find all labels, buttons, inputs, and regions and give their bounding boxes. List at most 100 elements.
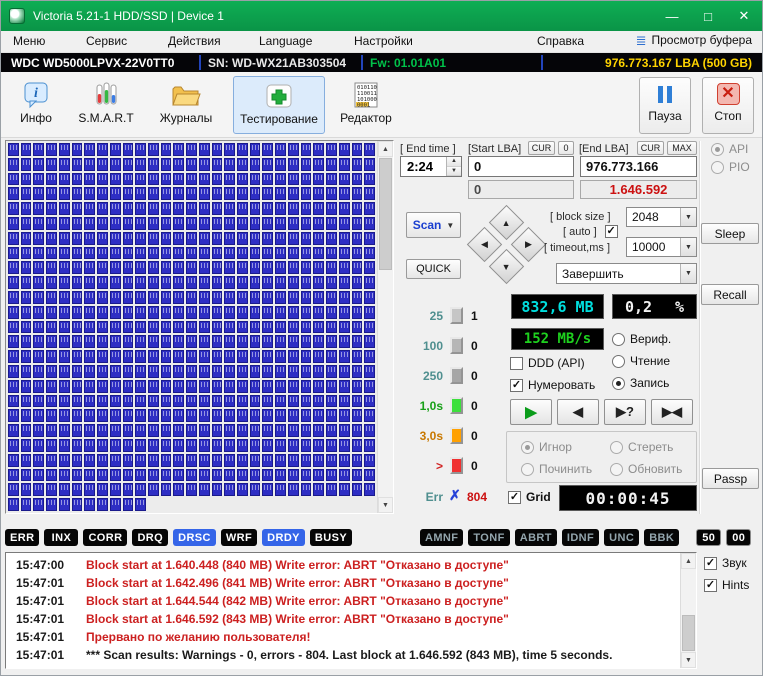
current-end-lba: 1.646.592 <box>580 180 697 199</box>
end-lba-input[interactable]: 976.773.166 <box>580 156 697 177</box>
minimize-button[interactable]: — <box>654 1 690 31</box>
sleep-button[interactable]: Sleep <box>701 223 759 244</box>
spin-up-arrow[interactable]: ▲ <box>447 157 461 167</box>
counter-value: 0 <box>471 369 478 383</box>
journals-tab[interactable]: Журналы <box>153 76 219 134</box>
auto-checkbox[interactable]: ✓ <box>605 225 618 238</box>
scan-block <box>250 202 261 215</box>
scan-block <box>72 173 83 186</box>
scan-block <box>135 409 146 422</box>
end-time-spinner[interactable]: 2:24 ▲ ▼ <box>400 156 462 177</box>
scan-block <box>8 380 19 393</box>
passport-button[interactable]: Passp <box>702 468 759 489</box>
erase-radio[interactable] <box>610 441 623 454</box>
ignore-radio[interactable] <box>521 441 534 454</box>
refresh-radio[interactable] <box>610 463 623 476</box>
menu-item-2[interactable]: Действия <box>168 34 221 48</box>
read-radio[interactable] <box>612 355 625 368</box>
scroll-thumb[interactable] <box>379 158 392 270</box>
counter-swatch[interactable] <box>450 367 463 384</box>
testing-tab-active[interactable]: Тестирование <box>233 76 325 134</box>
scan-block <box>46 395 57 408</box>
smart-tab[interactable]: S.M.A.R.T <box>73 76 139 134</box>
scan-block <box>84 143 95 156</box>
start-lba-cur-button[interactable]: CUR <box>528 141 555 155</box>
menu-item-1[interactable]: Сервис <box>86 34 127 48</box>
maximize-button[interactable]: □ <box>690 1 726 31</box>
scan-block <box>326 291 337 304</box>
quick-button[interactable]: QUICK <box>406 259 461 279</box>
grid-checkbox[interactable]: ✓ <box>508 491 521 504</box>
scroll-thumb[interactable] <box>682 615 695 651</box>
scan-block <box>326 173 337 186</box>
scan-block <box>224 276 235 289</box>
chevron-down-icon[interactable]: ▼ <box>680 238 696 256</box>
numerate-checkbox[interactable]: ✓ <box>510 379 523 392</box>
spin-down-arrow[interactable]: ▼ <box>447 167 461 177</box>
counter-swatch[interactable] <box>450 337 463 354</box>
scan-block <box>250 380 261 393</box>
start-test-button[interactable]: ▶ <box>510 399 552 425</box>
scan-block <box>97 321 108 334</box>
scroll-down-arrow[interactable]: ▼ <box>378 497 393 513</box>
close-button[interactable]: ✕ <box>726 1 762 31</box>
counter-swatch[interactable] <box>450 307 463 324</box>
start-lba-input[interactable]: 0 <box>468 156 574 177</box>
stop-button[interactable]: ✕ Стоп <box>702 77 754 134</box>
editor-tab[interactable]: 010110 110011 101000 0001 Редактор <box>333 76 399 134</box>
verify-radio[interactable] <box>612 333 625 346</box>
hints-checkbox[interactable]: ✓ <box>704 579 717 592</box>
buffer-view-label: Просмотр буфера <box>651 33 752 47</box>
recall-button[interactable]: Recall <box>701 284 759 305</box>
pause-button[interactable]: Пауза <box>639 77 691 134</box>
seek-test-button[interactable]: ▶? <box>604 399 646 425</box>
sound-checkbox[interactable]: ✓ <box>704 557 717 570</box>
scroll-down-arrow[interactable]: ▼ <box>681 652 696 668</box>
scan-block <box>173 380 184 393</box>
end-lba-cur-button[interactable]: CUR <box>637 141 664 155</box>
scan-button[interactable]: Scan ▼ <box>406 212 461 238</box>
scan-block <box>33 202 44 215</box>
buffer-view-button[interactable]: ≣ Просмотр буфера <box>636 33 752 47</box>
timeout-combo[interactable]: 10000 ▼ <box>626 237 697 257</box>
menu-item-4[interactable]: Настройки <box>354 34 413 48</box>
pio-radio[interactable] <box>711 161 724 174</box>
ddd-api-checkbox[interactable]: ✓ <box>510 357 523 370</box>
scan-block <box>97 395 108 408</box>
log-scrollbar[interactable]: ▲ ▼ <box>680 553 696 668</box>
counter-swatch[interactable] <box>450 457 463 474</box>
scan-block <box>313 483 324 496</box>
scroll-up-arrow[interactable]: ▲ <box>681 553 696 569</box>
chevron-down-icon[interactable]: ▼ <box>680 208 696 226</box>
scan-block <box>326 276 337 289</box>
scan-block <box>199 232 210 245</box>
scan-block <box>186 365 197 378</box>
scan-block <box>33 143 44 156</box>
step-back-button[interactable]: ◀ <box>557 399 599 425</box>
menu-item-3[interactable]: Language <box>259 34 312 48</box>
scan-block <box>135 454 146 467</box>
start-lba-zero-button[interactable]: 0 <box>558 141 574 155</box>
scan-block <box>352 306 363 319</box>
go-to-end-button[interactable]: ▶◀ <box>651 399 693 425</box>
write-radio[interactable] <box>612 377 625 390</box>
info-tab[interactable]: i Инфо <box>3 76 69 134</box>
buffer-icon: ≣ <box>636 34 647 47</box>
scroll-up-arrow[interactable]: ▲ <box>378 141 393 157</box>
scan-map-scrollbar[interactable]: ▲ ▼ <box>377 141 393 513</box>
arrow-down-button[interactable]: ▼ <box>489 249 524 284</box>
block-size-combo[interactable]: 2048 ▼ <box>626 207 697 227</box>
scan-block <box>123 173 134 186</box>
scan-block <box>46 409 57 422</box>
arrow-right-button[interactable]: ▶ <box>511 227 546 262</box>
menu-item-5[interactable]: Справка <box>537 34 584 48</box>
chevron-down-icon[interactable]: ▼ <box>680 264 696 283</box>
repair-radio[interactable] <box>521 463 534 476</box>
on-finish-combo[interactable]: Завершить ▼ <box>556 263 697 284</box>
end-lba-max-button[interactable]: MAX <box>667 141 697 155</box>
counter-swatch[interactable] <box>450 427 463 444</box>
counter-swatch[interactable] <box>450 397 463 414</box>
menu-item-0[interactable]: Меню <box>13 34 45 48</box>
api-radio[interactable] <box>711 143 724 156</box>
scan-block <box>364 365 375 378</box>
